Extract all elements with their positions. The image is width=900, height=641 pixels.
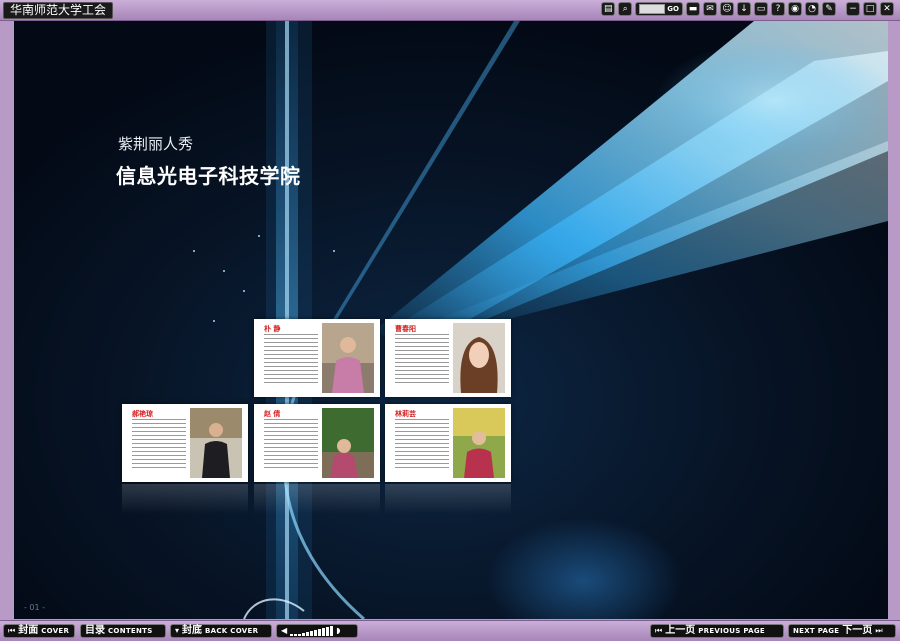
profile-text [264, 334, 318, 386]
speaker-icon: ◀ [281, 626, 288, 635]
profile-name: 郝艳琼 [132, 410, 153, 418]
contents-button-en: CONTENTS [108, 627, 153, 635]
previous-page-zh: 上一页 [665, 625, 696, 636]
profile-name: 曹春阳 [395, 325, 416, 333]
previous-page-en: PREVIOUS PAGE [698, 627, 765, 635]
profile-name: 朴 静 [264, 325, 281, 333]
next-page-button[interactable]: NEXT PAGE 下一页 ⏭ [788, 624, 896, 638]
comment-icon[interactable]: ▬ [686, 2, 700, 16]
volume-slider[interactable] [290, 626, 334, 636]
cover-title: 信息光电子科技学院 [116, 164, 301, 188]
contents-button-zh: 目录 [85, 625, 105, 636]
first-page-icon: ⏮ [8, 626, 16, 635]
profile-thumbnail[interactable]: 朴 静 [254, 319, 380, 397]
next-icon: ⏭ [875, 626, 883, 635]
profile-text [395, 334, 449, 386]
previous-icon: ⏮ [655, 626, 663, 635]
profile-thumbnail[interactable]: 郝艳琼 [122, 404, 248, 482]
profile-photo [453, 408, 505, 478]
toolbar: ▤ ⌕ GO ▬ ✉ ☺ ↓ ▭ ? ◉ ◔ ✎ − □ ✕ [601, 2, 894, 16]
profile-name: 赵 倩 [264, 410, 281, 418]
minimize-icon[interactable]: − [846, 2, 860, 16]
profile-photo [322, 408, 374, 478]
volume-control[interactable]: ◀ ◗ [276, 624, 358, 638]
contents-button[interactable]: 目录 CONTENTS [80, 624, 166, 638]
previous-page-button[interactable]: ⏮ 上一页 PREVIOUS PAGE [650, 624, 784, 638]
back-cover-button-zh: 封底 [182, 625, 203, 636]
navigation-bar: ⏮ 封面 COVER 目录 CONTENTS ▾ 封底 BACK COVER ◀… [0, 620, 900, 641]
document-icon[interactable]: ▤ [601, 2, 616, 16]
profile-thumbnail[interactable]: 赵 倩 [254, 404, 380, 482]
next-page-zh: 下一页 [842, 625, 873, 636]
close-icon[interactable]: ✕ [880, 2, 894, 16]
tools-icon[interactable]: ✎ [822, 2, 836, 16]
back-cover-button[interactable]: ▾ 封底 BACK COVER [170, 624, 272, 638]
user-icon[interactable]: ☺ [720, 2, 734, 16]
clock-icon[interactable]: ◔ [805, 2, 819, 16]
goto-page-field[interactable] [639, 4, 666, 14]
help-icon[interactable]: ? [771, 2, 785, 16]
chevron-down-icon: ▾ [175, 626, 180, 635]
cover-button-en: COVER [41, 627, 70, 635]
maximize-icon[interactable]: □ [863, 2, 877, 16]
thumbnail-reflection [122, 484, 248, 514]
profile-thumbnail[interactable]: 林莉芸 [385, 404, 511, 482]
profile-photo [190, 408, 242, 478]
profile-text [132, 419, 186, 471]
next-page-en: NEXT PAGE [793, 627, 840, 635]
goto-page: GO [635, 2, 683, 16]
book-page[interactable]: 紫荆丽人秀 信息光电子科技学院 朴 静 曹春阳 郝艳琼 赵 倩 林莉芸 - 01… [14, 21, 888, 619]
page-number: - 01 - [24, 603, 46, 612]
profile-thumbnail[interactable]: 曹春阳 [385, 319, 511, 397]
profile-name: 林莉芸 [395, 410, 416, 418]
profile-photo [322, 323, 374, 393]
cover-button[interactable]: ⏮ 封面 COVER [3, 624, 75, 638]
thumbnail-reflection [254, 484, 380, 514]
cover-subtitle: 紫荆丽人秀 [118, 135, 194, 153]
app-title: 华南师范大学工会 [3, 2, 114, 19]
download-icon[interactable]: ↓ [737, 2, 751, 16]
profile-text [264, 419, 318, 471]
goto-button[interactable]: GO [667, 5, 679, 13]
print-icon[interactable]: ▭ [754, 2, 768, 16]
cover-button-zh: 封面 [18, 625, 39, 636]
profile-photo [453, 323, 505, 393]
zoom-icon[interactable]: ⌕ [618, 2, 633, 16]
title-bar: 华南师范大学工会 ▤ ⌕ GO ▬ ✉ ☺ ↓ ▭ ? ◉ ◔ ✎ − □ ✕ [0, 0, 900, 21]
settings-icon[interactable]: ◉ [788, 2, 802, 16]
share-icon[interactable]: ✉ [703, 2, 717, 16]
profile-text [395, 419, 449, 471]
thumbnail-reflection [385, 484, 511, 514]
volume-icon: ◗ [336, 626, 341, 635]
back-cover-button-en: BACK COVER [205, 627, 259, 635]
